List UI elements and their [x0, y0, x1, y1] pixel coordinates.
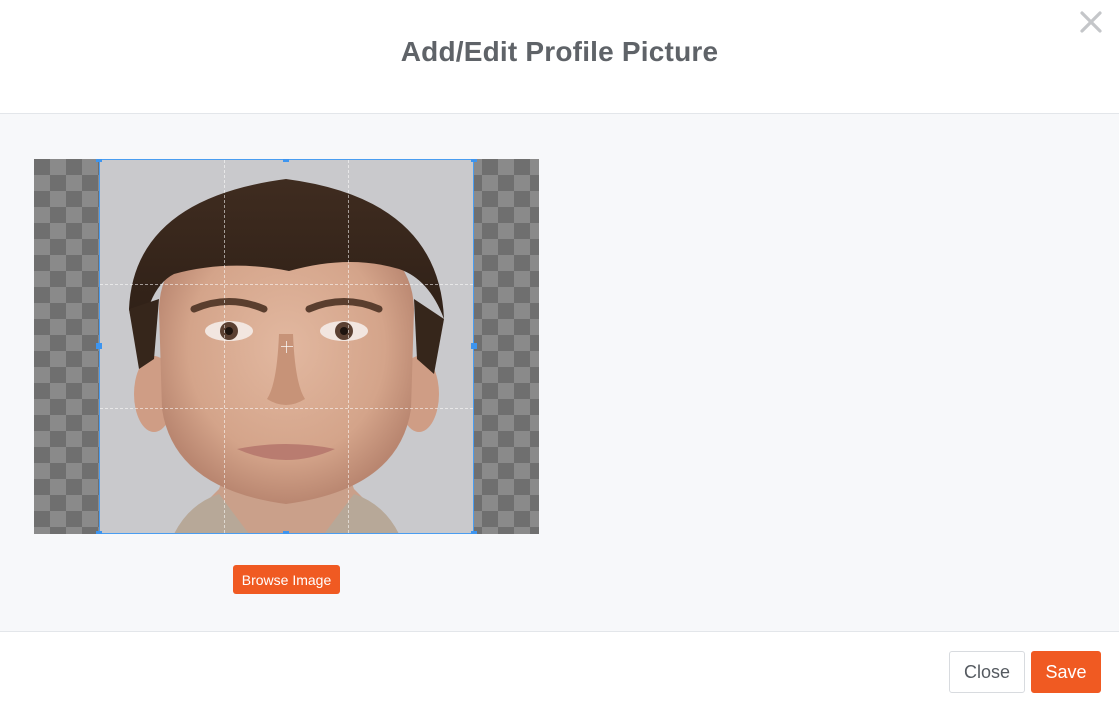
- crop-handle-w[interactable]: [96, 343, 102, 349]
- crop-guide-horizontal: [100, 284, 473, 285]
- close-button[interactable]: Close: [949, 651, 1025, 693]
- crop-guide-horizontal: [100, 408, 473, 409]
- crop-handle-e[interactable]: [471, 343, 477, 349]
- crop-handle-sw[interactable]: [96, 531, 102, 534]
- browse-image-button[interactable]: Browse Image: [233, 565, 340, 594]
- crop-handle-s[interactable]: [283, 531, 289, 534]
- crop-center-icon: [281, 341, 293, 353]
- crop-box[interactable]: [96, 159, 477, 534]
- crop-handle-se[interactable]: [471, 531, 477, 534]
- image-cropper[interactable]: [34, 159, 539, 534]
- modal-title: Add/Edit Profile Picture: [400, 36, 719, 67]
- crop-guide-vertical: [224, 160, 225, 533]
- save-button[interactable]: Save: [1031, 651, 1101, 693]
- close-icon[interactable]: [1077, 8, 1105, 36]
- crop-handle-ne[interactable]: [471, 159, 477, 162]
- modal-body: Browse Image: [0, 114, 1119, 632]
- crop-handle-nw[interactable]: [96, 159, 102, 162]
- crop-handle-n[interactable]: [283, 159, 289, 162]
- modal-header: Add/Edit Profile Picture: [0, 0, 1119, 114]
- crop-guide-vertical: [348, 160, 349, 533]
